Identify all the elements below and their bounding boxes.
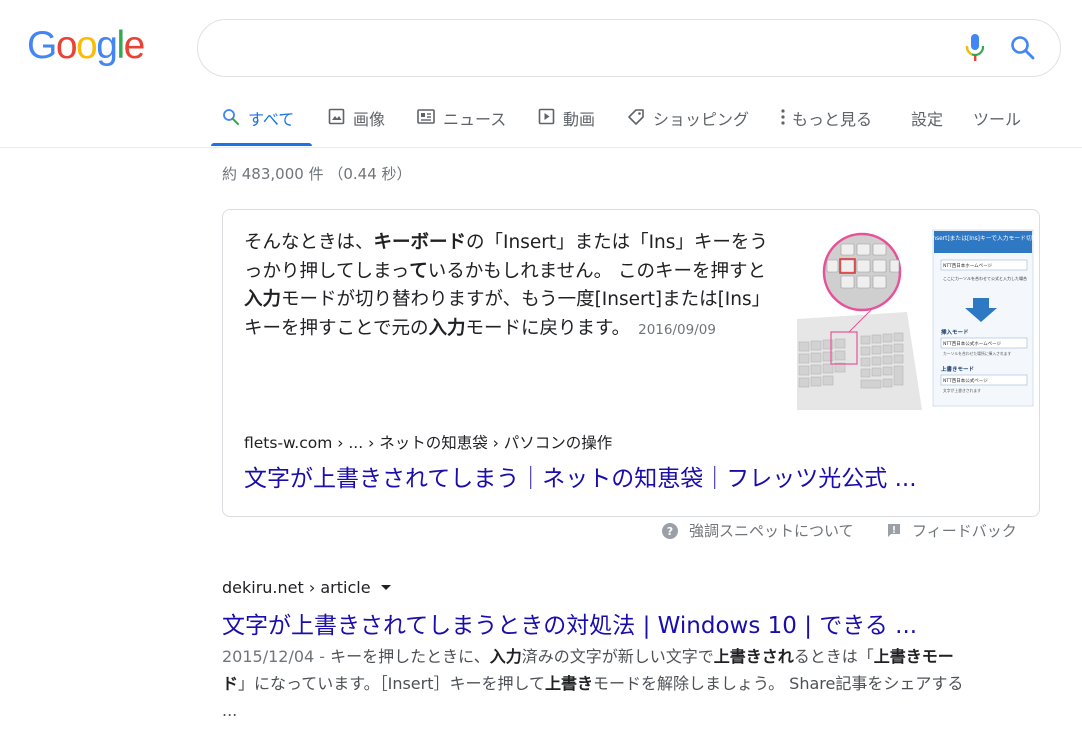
diagram-label: NTT西日本公式ホームページ xyxy=(943,340,1002,347)
snippet-text-part: て xyxy=(409,260,428,282)
svg-text:?: ? xyxy=(667,525,673,538)
tab-news[interactable]: ニュース xyxy=(417,106,506,146)
diagram-label: 文字が上書きされます xyxy=(943,388,981,393)
tab-label: 設定 xyxy=(911,110,944,129)
diagram-label: 上書きモード xyxy=(941,365,974,373)
logo-letter: e xyxy=(123,24,146,67)
logo-letter: G xyxy=(27,24,57,67)
tab-label: 動画 xyxy=(563,110,596,129)
result-breadcrumb: dekiru.net › article xyxy=(222,578,392,597)
diagram-label: ここにカーソルを合わせて公式と入力した場合 xyxy=(943,275,1027,281)
snippet-text-part: 入力 xyxy=(244,289,282,310)
result-cite-text: dekiru.net › article xyxy=(222,578,371,597)
image-icon xyxy=(328,108,345,125)
result-snippet-part: 済みの文字が新しい文字で xyxy=(521,647,714,666)
diagram-label: カーソルを合わせた場所に挿入されます xyxy=(943,351,1012,356)
tab-label: ニュース xyxy=(443,110,507,129)
result-snippet-part: 上書きされ xyxy=(713,647,794,666)
tab-label: ツール xyxy=(973,110,1022,129)
tab-images[interactable]: 画像 xyxy=(328,106,385,146)
tag-icon xyxy=(628,109,644,125)
search-icon xyxy=(223,109,239,125)
result-snippet-part: 」になっています。［Insert］キーを押して xyxy=(238,674,546,693)
about-featured-snippets-link[interactable]: ? 強調スニペットについて xyxy=(661,520,854,541)
help-icon: ? xyxy=(662,522,678,539)
tab-more[interactable]: もっと見る xyxy=(780,106,872,146)
tab-settings[interactable]: 設定 xyxy=(911,106,943,146)
logo-letter: o xyxy=(76,24,98,67)
snippet-title-link[interactable]: 文字が上書きされてしまう｜ネットの知恵袋｜フレッツ光公式 ... xyxy=(244,459,917,493)
diagram-label: 挿入モード xyxy=(941,328,969,336)
featured-snippet: そんなときは、キーボードの「Insert」または「Ins」キーをうっかり押してし… xyxy=(222,209,1040,517)
tab-videos[interactable]: 動画 xyxy=(538,106,595,146)
video-icon xyxy=(538,108,555,125)
tab-tools[interactable]: ツール xyxy=(973,106,1021,146)
feedback-link[interactable]: フィードバック xyxy=(886,520,1017,541)
snippet-text-part: 入力 xyxy=(428,317,466,339)
result-snippet-part: るときは「 xyxy=(793,647,874,666)
snippet-text: そんなときは、キーボードの「Insert」または「Ins」キーをうっかり押してし… xyxy=(244,229,779,344)
tab-label: もっと見る xyxy=(792,110,873,129)
result-snippet-part: 上書き xyxy=(545,674,594,693)
result-snippet-part: キーを押したときに、 xyxy=(330,647,490,666)
logo-letter: g xyxy=(96,24,118,67)
snippet-text-part: そんなときは、 xyxy=(244,232,374,253)
feedback-label: フィードバック xyxy=(912,522,1017,540)
tab-shopping[interactable]: ショッピング xyxy=(627,106,749,146)
caret-down-icon[interactable] xyxy=(380,584,392,592)
tab-label: 画像 xyxy=(353,110,386,129)
microphone-icon[interactable] xyxy=(963,33,987,63)
result-title-link[interactable]: 文字が上書きされてしまうときの対処法 | Windows 10 | できる ..… xyxy=(222,606,917,640)
tab-label: すべて xyxy=(248,110,295,129)
search-submit-icon[interactable] xyxy=(1010,35,1036,61)
snippet-image[interactable]: [Insert]または[Ins]キーで入力モード切替 NTT西日本ホームページ … xyxy=(797,224,1036,410)
tab-label: ショッピング xyxy=(653,110,750,129)
tab-all[interactable]: すべて xyxy=(222,106,294,146)
active-tab-indicator xyxy=(211,143,312,146)
search-box[interactable] xyxy=(197,19,1061,77)
diagram-caption: [Insert]または[Ins]キーで入力モード切替 xyxy=(928,234,1036,242)
news-icon xyxy=(417,109,435,124)
about-label: 強調スニペットについて xyxy=(689,522,854,540)
snippet-date: 2016/09/09 xyxy=(638,321,716,338)
search-tabs: すべて 画像 ニュース 動画 ショッピング もっと見る 設定 ツール xyxy=(0,100,1082,148)
result-snippet-part: 入力 xyxy=(489,647,522,666)
logo-letter: o xyxy=(55,24,78,67)
snippet-breadcrumb: flets-w.com › ... › ネットの知恵袋 › パソコンの操作 xyxy=(244,434,613,452)
snippet-text-part: いるかもしれません。 このキーを押すと xyxy=(427,260,767,282)
result-stats: 約 483,000 件 （0.44 秒） xyxy=(222,165,412,183)
result-date: 2015/12/04 xyxy=(222,647,315,666)
google-logo[interactable]: Google xyxy=(27,24,146,68)
diagram-label: NTT西日本公式ページ xyxy=(943,377,988,384)
search-input[interactable] xyxy=(220,32,920,66)
logo-letter: l xyxy=(116,24,125,67)
result-snippet: 2015/12/04 - キーを押したときに、入力済みの文字が新しい文字で上書き… xyxy=(222,643,972,724)
result-date-separator: - xyxy=(314,647,331,666)
feedback-icon xyxy=(888,523,900,537)
more-vert-icon xyxy=(781,109,785,125)
keyboard-diagram-image: [Insert]または[Ins]キーで入力モード切替 NTT西日本ホームページ … xyxy=(797,224,1036,410)
snippet-text-part: モードに戻ります。 xyxy=(465,317,631,339)
diagram-label: NTT西日本ホームページ xyxy=(943,262,993,269)
snippet-text-part: キーボード xyxy=(373,232,467,253)
